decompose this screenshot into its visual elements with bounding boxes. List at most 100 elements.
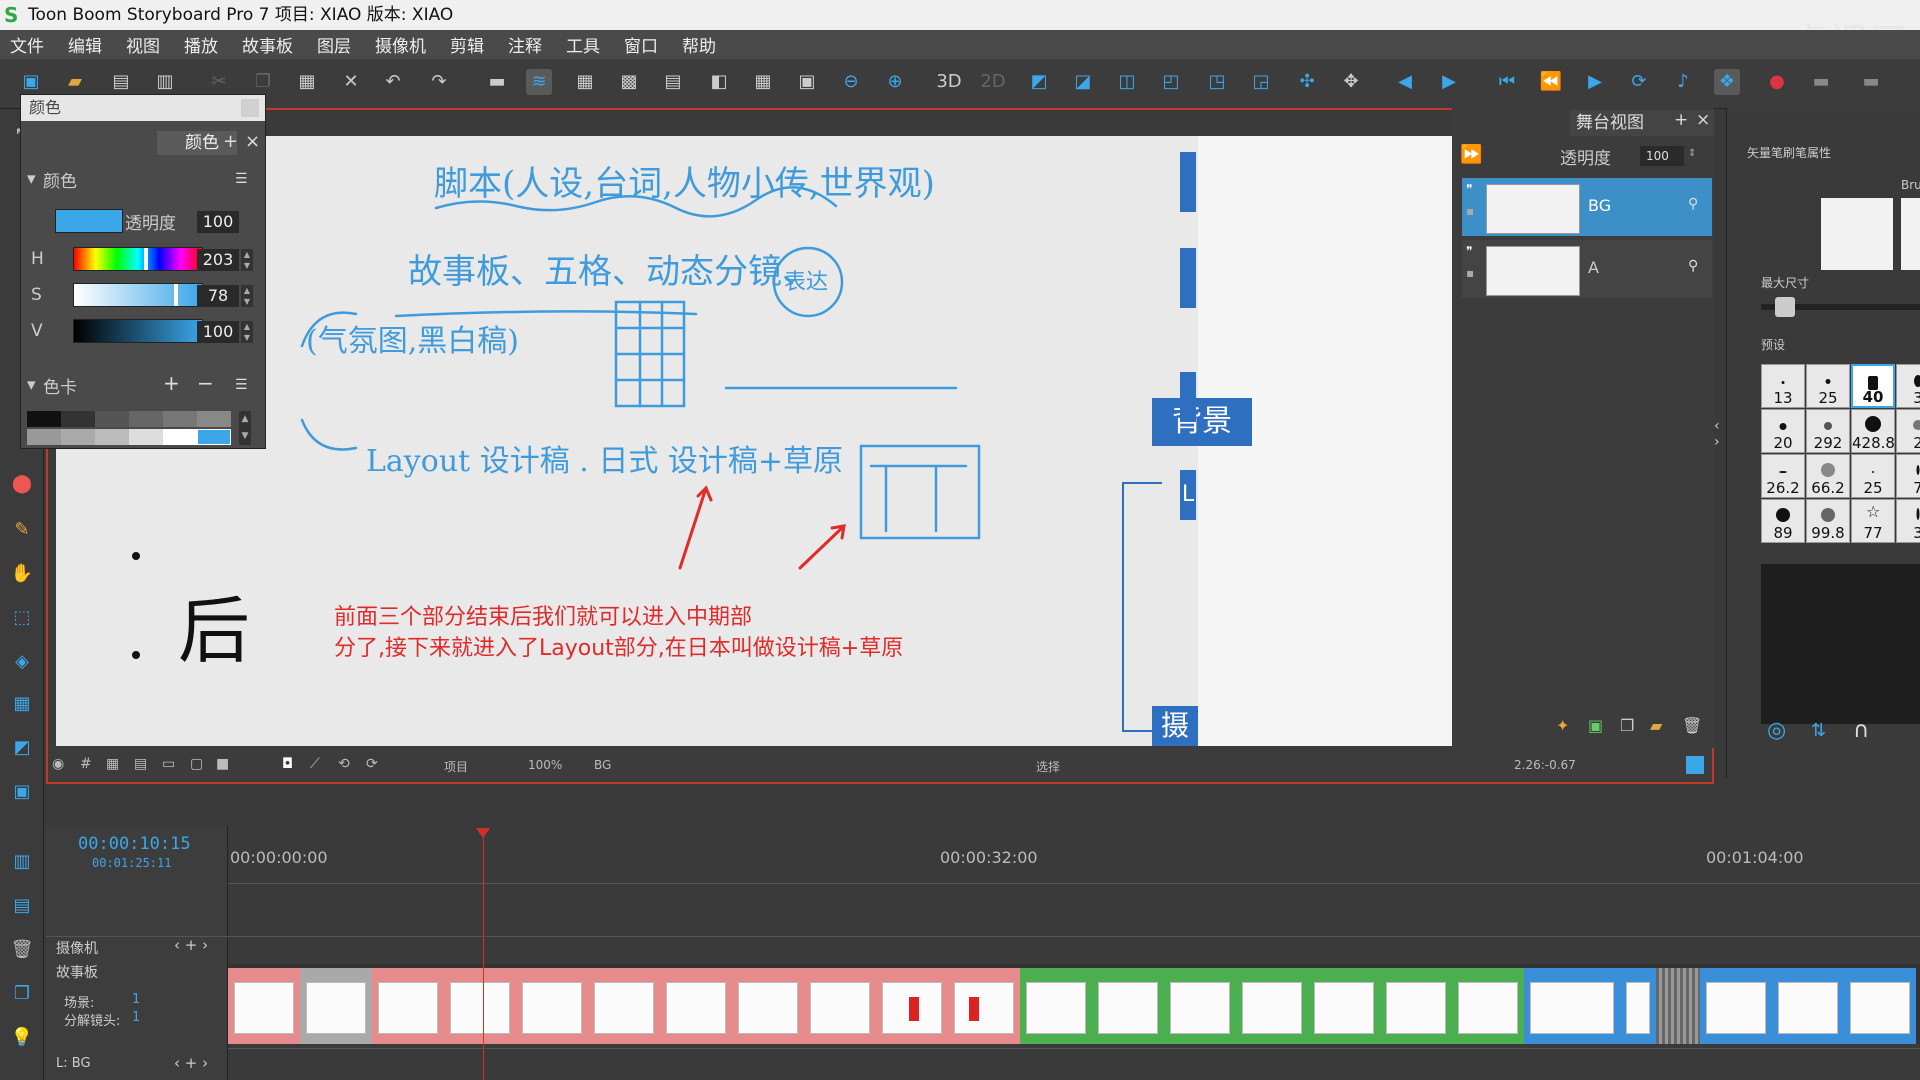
menu-layer[interactable]: 图层 — [317, 32, 351, 57]
hue-thumb[interactable] — [144, 248, 148, 270]
layer-tool-icon[interactable]: ▦ — [8, 690, 36, 718]
dash-line-icon[interactable]: ▬ — [484, 69, 510, 95]
add-tab-icon[interactable]: + — [223, 131, 238, 152]
brush-preset[interactable]: 66.2 — [1806, 454, 1850, 498]
next-panel-icon[interactable]: ▶ — [1436, 69, 1462, 95]
camera-tool-2-icon[interactable]: ◪ — [1070, 69, 1096, 95]
menu-play[interactable]: 播放 — [184, 32, 218, 57]
menu-edit[interactable]: 编辑 — [68, 32, 102, 57]
visibility-icon[interactable]: ❞ — [1466, 182, 1472, 196]
panel-clip[interactable] — [1524, 968, 1620, 1044]
lock-icon[interactable]: ▪ — [1466, 266, 1474, 280]
remove-swatch-icon[interactable]: − — [197, 371, 214, 395]
menu-view[interactable]: 视图 — [126, 32, 160, 57]
save-as-icon[interactable]: ▥ — [152, 69, 178, 95]
brush-line-icon[interactable]: ⟋ — [310, 756, 320, 772]
camera-move-icon[interactable]: ◩ — [8, 734, 36, 762]
camera-tool-1-icon[interactable]: ◩ — [1026, 69, 1052, 95]
prev-frame-icon[interactable]: ⏪ — [1538, 69, 1564, 95]
trash-icon[interactable]: 🗑 — [8, 936, 36, 964]
panel-layout-icon[interactable]: ▤ — [660, 69, 686, 95]
camera-track-controls[interactable]: ‹ + › — [174, 936, 208, 954]
safe-area-icon[interactable]: ▦ — [106, 756, 119, 772]
panel-clip[interactable] — [1620, 968, 1656, 1044]
panel-clip[interactable] — [876, 968, 948, 1044]
s-field[interactable]: 78 — [197, 285, 239, 307]
close-icon[interactable] — [241, 99, 259, 117]
brush-preset[interactable]: 26.2 — [1761, 454, 1805, 498]
redo-icon[interactable]: ↷ — [426, 69, 452, 95]
group-layer-icon[interactable]: ▰ — [1650, 716, 1662, 735]
stage-view-tab[interactable]: 舞台视图 — [1570, 110, 1714, 136]
fit-icon[interactable]: ■ — [216, 756, 229, 772]
panel-clip-strip[interactable] — [1656, 968, 1700, 1044]
brush-preset[interactable]: 2 — [1896, 409, 1920, 453]
swatch[interactable] — [197, 411, 231, 427]
menu-storyboard[interactable]: 故事板 — [242, 32, 293, 57]
swatch[interactable] — [95, 411, 129, 427]
panel-clip[interactable] — [1164, 968, 1236, 1044]
add-bitmap-layer-icon[interactable]: ▣ — [1588, 716, 1603, 735]
menu-window[interactable]: 窗口 — [624, 32, 658, 57]
add-swatch-icon[interactable]: + — [163, 371, 180, 395]
layer-row-bg[interactable]: ❞ ▪ BG ⚲ — [1462, 178, 1712, 236]
3d-icon[interactable]: 3D — [936, 69, 962, 95]
paste-icon[interactable]: ▦ — [294, 69, 320, 95]
opacity-field[interactable]: 100 — [197, 211, 239, 233]
menu-tools[interactable]: 工具 — [566, 32, 600, 57]
panel-clip[interactable] — [516, 968, 588, 1044]
panel-copy-icon[interactable]: ▣ — [8, 778, 36, 806]
chevron-down-icon[interactable]: ▾ — [27, 169, 36, 189]
saturation-slider[interactable] — [73, 283, 203, 307]
zoom-in-icon[interactable]: ⊕ — [882, 69, 908, 95]
play-icon[interactable]: ▶ — [1582, 69, 1608, 95]
pin-icon[interactable]: ⚲ — [1688, 196, 1698, 212]
zoom-out-icon[interactable]: ⊖ — [838, 69, 864, 95]
close-tab-icon[interactable]: × — [245, 131, 260, 152]
tip-bulb-icon[interactable]: 💡 — [8, 1024, 36, 1052]
new-icon[interactable]: ▣ — [18, 69, 44, 95]
s-spinner[interactable]: ▲ ▼ — [241, 285, 253, 307]
grid-toggle-icon[interactable]: # — [80, 756, 92, 772]
bg-track[interactable] — [228, 1048, 1920, 1080]
panel-clip[interactable] — [804, 968, 876, 1044]
brush-icon[interactable]: ⬤ — [8, 470, 36, 498]
storyboard-track[interactable] — [228, 964, 1920, 1044]
sort-icon[interactable]: ⇅ — [1811, 720, 1826, 741]
bg-track-controls[interactable]: ‹ + › — [174, 1054, 208, 1072]
playhead-line[interactable] — [483, 832, 484, 1080]
current-time[interactable]: 00:00:10:15 — [78, 834, 191, 854]
layer-row-a[interactable]: ❞ ▪ A ⚲ — [1462, 240, 1712, 298]
magnet-icon[interactable]: ∩ — [1853, 718, 1869, 743]
swatch[interactable] — [27, 411, 61, 427]
view-mode-icon[interactable]: ◘ — [282, 756, 293, 772]
panel-clip[interactable] — [588, 968, 660, 1044]
max-size-thumb[interactable] — [1775, 297, 1795, 317]
cut-icon[interactable]: ✂ — [206, 69, 232, 95]
camera-tool-6-icon[interactable]: ◲ — [1248, 69, 1274, 95]
onion-skin-icon[interactable]: ≋ — [526, 69, 552, 95]
swatch[interactable] — [27, 429, 61, 445]
panel-clip[interactable] — [1092, 968, 1164, 1044]
camera-view-icon[interactable]: ◉ — [52, 756, 64, 772]
color-indicator[interactable] — [1686, 756, 1704, 774]
swatch[interactable] — [61, 429, 95, 445]
rotate-icon[interactable]: ⟲ — [338, 756, 350, 772]
expand-icon[interactable]: ⏩ — [1460, 144, 1482, 165]
brush-preset[interactable]: 99.8 — [1806, 499, 1850, 543]
add-panel-icon[interactable]: ▤ — [8, 892, 36, 920]
layer-opacity-field[interactable]: 100 — [1640, 146, 1684, 166]
camera-tool-3-icon[interactable]: ◫ — [1114, 69, 1140, 95]
swatch[interactable] — [163, 429, 197, 445]
value-slider[interactable] — [73, 319, 203, 343]
menu-camera[interactable]: 摄像机 — [375, 32, 426, 57]
stroke-style-2-icon[interactable]: ▬ — [1858, 69, 1884, 95]
duplicate-panel-icon[interactable]: ❐ — [8, 980, 36, 1008]
add-scene-icon[interactable]: ▥ — [8, 848, 36, 876]
camera-tool-4-icon[interactable]: ◰ — [1158, 69, 1184, 95]
current-color-swatch[interactable] — [55, 209, 123, 233]
star-brush-preset[interactable]: ☆ 77 — [1851, 499, 1895, 543]
reset-icon[interactable]: ⟳ — [366, 756, 378, 772]
thumbnails-icon[interactable]: ▦ — [750, 69, 776, 95]
collapse-panel-icon[interactable]: ‹ › — [1714, 418, 1726, 468]
